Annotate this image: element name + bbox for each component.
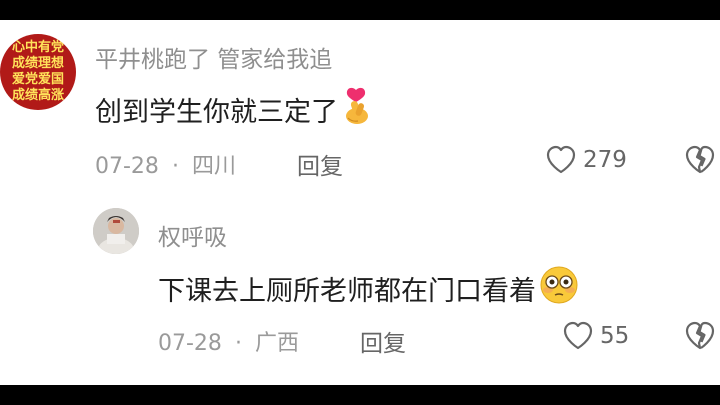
heart-icon: [563, 321, 593, 350]
reply-username[interactable]: 权呼吸: [158, 218, 227, 252]
heart-icon: [546, 145, 576, 174]
comment-meta: 07-28 · 四川: [95, 148, 236, 180]
avatar-text-line: 心中有党: [11, 40, 64, 55]
broken-heart-icon: [685, 321, 715, 350]
comments-panel: 心中有党 成绩理想 爱党爱国 成绩高涨 平井桃跑了 管家给我追 创到学生你就三定…: [0, 20, 720, 385]
comment-text: 创到学生你就三定了: [95, 86, 372, 133]
comment-location: 四川: [191, 154, 236, 179]
dislike-button[interactable]: [684, 321, 716, 355]
meta-separator: ·: [234, 331, 242, 356]
comment-username[interactable]: 平井桃跑了 管家给我追: [95, 40, 332, 74]
reply-button[interactable]: 回复: [360, 324, 406, 358]
avatar-text-line: 爱党爱国: [11, 72, 64, 87]
broken-heart-icon: [685, 145, 715, 174]
avatar[interactable]: 心中有党 成绩理想 爱党爱国 成绩高涨: [0, 34, 76, 110]
reply-location: 广西: [254, 331, 299, 356]
like-count: 279: [583, 147, 627, 173]
comment-date: 07-28: [95, 154, 159, 179]
avatar-text-line: 成绩高涨: [11, 88, 64, 103]
avatar-text-line: 成绩理想: [11, 56, 64, 71]
reply-date: 07-28: [158, 331, 222, 356]
finger-heart-emoji: [340, 86, 372, 133]
reply-text: 下课去上厕所老师都在门口看着: [158, 265, 580, 312]
meta-separator: ·: [171, 154, 179, 179]
reply-meta: 07-28 · 广西: [158, 325, 299, 357]
reply-avatar[interactable]: [93, 208, 139, 254]
like-button[interactable]: 279: [545, 145, 627, 175]
reply-button[interactable]: 回复: [297, 147, 343, 181]
reply-body: 下课去上厕所老师都在门口看着: [158, 276, 536, 307]
like-count: 55: [600, 323, 630, 349]
dislike-button[interactable]: [684, 145, 716, 179]
flushed-face-emoji: [538, 265, 580, 312]
comment-body: 创到学生你就三定了: [95, 97, 338, 128]
like-button[interactable]: 55: [562, 321, 629, 351]
